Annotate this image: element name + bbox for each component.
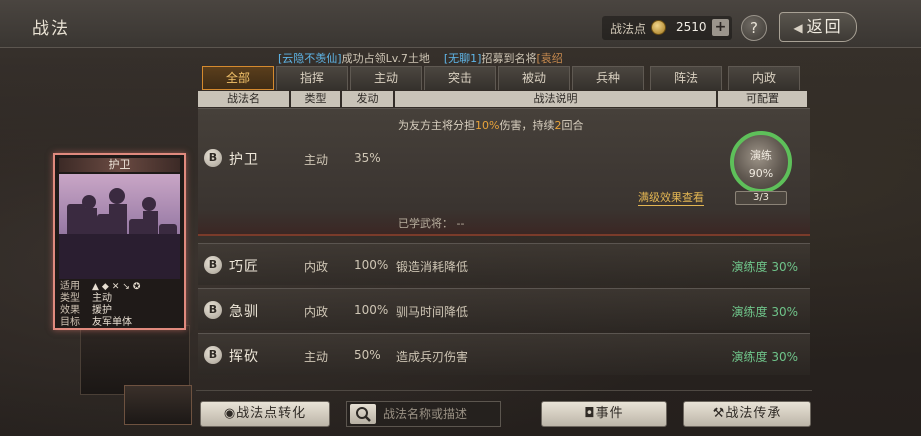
max-effect-link[interactable]: 满级效果查看 xyxy=(638,189,704,206)
search-icon xyxy=(356,407,371,422)
proficiency-value: 90% xyxy=(748,167,774,180)
skill-type: 内政 xyxy=(304,305,329,319)
proficiency-label: 演练 xyxy=(750,149,772,162)
proficiency-count: 3/3 xyxy=(735,191,787,205)
card-key-effect: 效果 xyxy=(60,305,80,316)
events-button[interactable]: ◘事件 xyxy=(541,401,667,427)
desc-highlight: 10% xyxy=(475,119,500,132)
inherit-button[interactable]: ⚒战法传承 xyxy=(683,401,811,427)
page-title: 战法 xyxy=(32,19,70,39)
skill-type: 主动 xyxy=(304,350,329,364)
skill-name: 挥砍 xyxy=(229,349,259,365)
grade-badge: B xyxy=(204,346,222,364)
grade-badge: B xyxy=(204,301,222,319)
convert-points-button[interactable]: ◉战法点转化 xyxy=(200,401,330,427)
help-button[interactable]: ? xyxy=(741,15,767,41)
card-stack-back-2 xyxy=(124,385,192,425)
tab-formation[interactable]: 阵法 xyxy=(650,66,722,90)
coin-icon xyxy=(651,20,666,35)
column-header-trigger[interactable]: 发动 xyxy=(342,91,393,107)
desc-text-3: 回合 xyxy=(561,119,584,132)
card-illustration xyxy=(59,174,180,279)
tab-passive[interactable]: 被动 xyxy=(498,66,570,90)
card-value-type: 主动 xyxy=(92,293,112,304)
category-tabs: 全部 指挥 主动 突击 被动 兵种 阵法 内政 xyxy=(200,66,808,90)
tab-active[interactable]: 主动 xyxy=(350,66,422,90)
grade-badge: B xyxy=(204,256,222,274)
list-item[interactable]: B 急驯 内政 100% 驯马时间降低 演练度 30% xyxy=(198,288,810,330)
ticker-text-2: 招募到名将 xyxy=(481,52,537,65)
back-arrow-icon: ◀ xyxy=(793,21,805,35)
tab-command[interactable]: 指挥 xyxy=(276,66,348,90)
announcement-ticker: [云隐不羡仙]成功占领Lv.7土地 [无聊1]招募到名将[袁绍 xyxy=(278,50,658,66)
search-input[interactable] xyxy=(383,405,497,423)
tab-internal[interactable]: 内政 xyxy=(728,66,800,90)
convert-icon: ◉ xyxy=(223,406,237,421)
inherit-label: 战法传承 xyxy=(725,406,782,421)
selected-skill-description: 为友方主将分担10%伤害，持续2回合 xyxy=(398,117,583,133)
tactic-points-label: 战法点 xyxy=(610,22,647,36)
desc-text: 为友方主将分担 xyxy=(398,119,475,132)
skill-trigger-rate: 35% xyxy=(354,151,381,165)
ticker-general: [袁绍 xyxy=(536,52,563,65)
grade-badge: B xyxy=(204,149,222,167)
proficiency-ring[interactable]: 演练 90% xyxy=(730,131,792,193)
skill-type: 内政 xyxy=(304,260,329,274)
skill-name: 急驯 xyxy=(229,304,259,320)
skill-proficiency: 演练度 30% xyxy=(731,260,799,274)
back-label: 返回 xyxy=(806,17,843,36)
events-icon: ◘ xyxy=(584,406,596,421)
column-header-name[interactable]: 战法名 xyxy=(198,91,289,107)
card-key-target: 目标 xyxy=(60,317,80,328)
learned-generals: 已学武将： -- xyxy=(398,217,465,230)
column-header-description: 战法说明 xyxy=(395,91,716,107)
card-key-type: 类型 xyxy=(60,293,80,304)
skill-type: 主动 xyxy=(304,153,329,167)
skill-card: 护卫 适用 ▲◆✕↘✪ 类型 主动 效果 援护 目标 友军单体 xyxy=(53,153,186,330)
back-button[interactable]: ◀ 返回 xyxy=(779,12,857,42)
card-title: 护卫 xyxy=(59,158,180,172)
ticker-player-2: [无聊1] xyxy=(443,52,482,65)
list-item[interactable]: B 挥砍 主动 50% 造成兵刃伤害 演练度 30% xyxy=(198,333,810,375)
search-box[interactable] xyxy=(346,401,501,427)
card-key-applicable: 适用 xyxy=(60,281,80,292)
ticker-player: [云隐不羡仙] xyxy=(278,52,342,65)
tactic-points-value: 2510 xyxy=(676,20,707,34)
add-points-button[interactable]: + xyxy=(712,19,729,36)
troop-type-icons: ▲◆✕↘✪ xyxy=(92,282,144,292)
desc-text-2: 伤害，持续 xyxy=(499,119,555,132)
tab-troop[interactable]: 兵种 xyxy=(572,66,644,90)
selected-skill-row[interactable]: 为友方主将分担10%伤害，持续2回合 B 护卫 主动 35% 演练 90% 3/… xyxy=(198,108,810,236)
skill-trigger-rate: 50% xyxy=(354,348,381,362)
card-value-effect: 援护 xyxy=(92,305,112,316)
skill-description: 造成兵刃伤害 xyxy=(396,350,469,364)
skill-proficiency: 演练度 30% xyxy=(731,350,799,364)
skill-proficiency: 演练度 30% xyxy=(731,305,799,319)
top-bar: 战法 战法点 2510 + ? ◀ 返回 xyxy=(0,0,921,48)
soldiers-silhouette xyxy=(59,188,180,279)
column-header-configurable[interactable]: 可配置 xyxy=(718,91,807,107)
skill-trigger-rate: 100% xyxy=(354,258,389,272)
card-info: 适用 ▲◆✕↘✪ 类型 主动 效果 援护 目标 友军单体 xyxy=(59,281,180,329)
search-button[interactable] xyxy=(350,404,376,424)
skill-trigger-rate: 100% xyxy=(354,303,389,317)
tab-all[interactable]: 全部 xyxy=(202,66,274,90)
divider xyxy=(196,390,812,391)
hammer-icon: ⚒ xyxy=(712,406,726,421)
skill-description: 锻造消耗降低 xyxy=(396,260,469,274)
skill-description: 驯马时间降低 xyxy=(396,305,469,319)
ticker-text: 成功占领Lv.7土地 xyxy=(341,52,430,65)
convert-label: 战法点转化 xyxy=(236,406,307,421)
tactic-points-box: 战法点 2510 + xyxy=(602,16,732,40)
list-item[interactable]: B 巧匠 内政 100% 锻造消耗降低 演练度 30% xyxy=(198,243,810,285)
card-value-target: 友军单体 xyxy=(92,317,132,328)
column-header-type[interactable]: 类型 xyxy=(291,91,340,107)
events-label: 事件 xyxy=(595,406,624,421)
skill-name: 护卫 xyxy=(229,152,259,168)
tab-assault[interactable]: 突击 xyxy=(424,66,496,90)
skill-name: 巧匠 xyxy=(229,259,259,275)
